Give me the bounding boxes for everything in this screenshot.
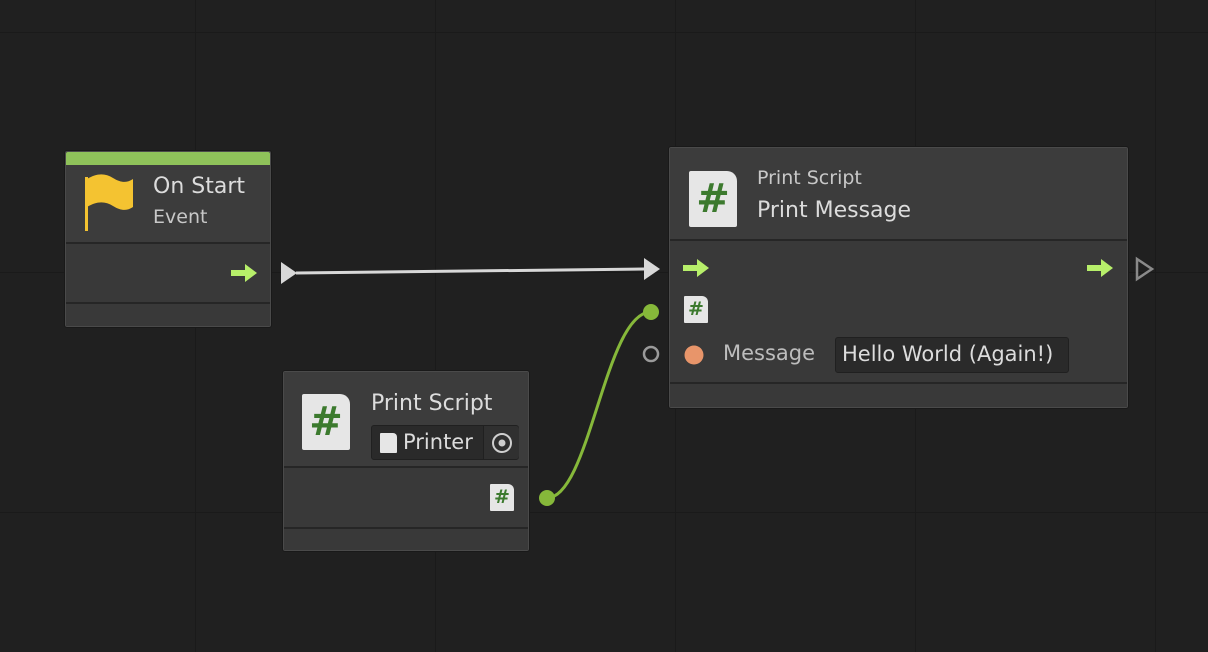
node-header: # Print Script Printer <box>284 372 528 467</box>
message-input-port[interactable] <box>641 344 661 364</box>
flow-input-port[interactable] <box>642 256 662 282</box>
object-connection-wire <box>546 310 652 500</box>
flow-output-arrow-icon <box>1087 259 1113 277</box>
printer-node[interactable]: # Print Script Printer # <box>282 370 530 552</box>
flag-icon <box>85 174 133 231</box>
node-footer <box>284 527 528 550</box>
node-header: # Print Script Print Message <box>670 148 1127 239</box>
node-title: On Start <box>153 174 245 199</box>
flow-input-arrow-icon <box>683 259 709 277</box>
flow-output-port[interactable] <box>279 260 299 286</box>
object-input-port[interactable] <box>641 302 661 322</box>
event-accent-bar <box>66 152 270 165</box>
node-category: Print Script <box>757 167 862 189</box>
node-category: Print Script <box>371 391 493 416</box>
node-body: # Message Hello World (Again!) <box>670 239 1127 383</box>
node-body <box>66 242 270 303</box>
node-body: # <box>284 466 528 528</box>
object-field-value: Printer <box>403 430 473 454</box>
flow-output-port[interactable] <box>1135 256 1155 282</box>
node-footer <box>66 302 270 326</box>
script-hash-icon: # <box>684 296 708 323</box>
script-hash-icon: # <box>689 171 737 227</box>
graph-canvas[interactable]: On Start Event # Print Script Printer # … <box>0 0 1208 652</box>
string-type-icon <box>684 345 704 365</box>
message-field-value: Hello World (Again!) <box>842 342 1054 366</box>
script-hash-icon: # <box>302 394 350 450</box>
message-label: Message <box>723 341 816 365</box>
printer-object-field[interactable]: Printer <box>371 425 519 460</box>
target-picker-icon <box>492 433 512 453</box>
node-header: On Start Event <box>66 165 270 243</box>
print-message-node[interactable]: # Print Script Print Message # Message H… <box>668 146 1129 409</box>
object-output-port[interactable] <box>537 488 557 508</box>
node-subtitle: Event <box>153 206 208 228</box>
script-hash-icon <box>380 433 397 453</box>
object-picker-button[interactable] <box>483 426 519 459</box>
on-start-node[interactable]: On Start Event <box>64 150 272 328</box>
flow-output-arrow-icon <box>231 264 257 282</box>
flow-connection-wire <box>295 267 645 275</box>
script-hash-icon: # <box>490 484 514 511</box>
node-footer <box>670 382 1127 407</box>
message-text-field[interactable]: Hello World (Again!) <box>835 337 1069 373</box>
node-title: Print Message <box>757 198 912 223</box>
